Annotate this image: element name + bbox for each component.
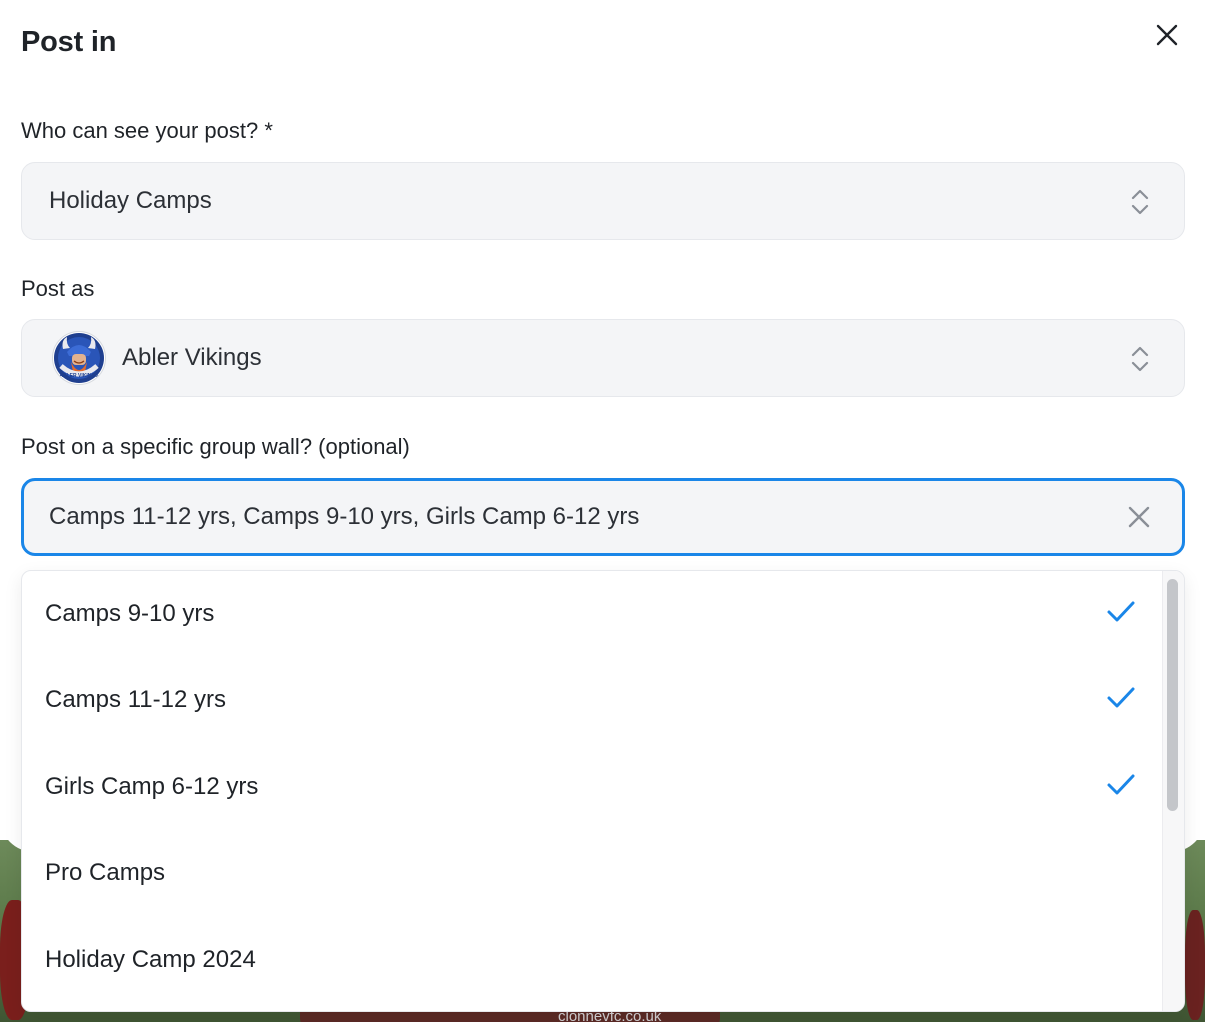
post-as-label: Post as [21,276,95,301]
svg-text:ABLER VIKINGS: ABLER VIKINGS [59,373,99,379]
post-as-select[interactable]: ABLER VIKINGS Abler Vikings [21,319,1185,397]
dropdown-option[interactable]: Holiday Camp 2024 [22,917,1164,1003]
group-wall-input[interactable] [49,503,1109,531]
scrollbar-thumb[interactable] [1167,579,1178,811]
close-button[interactable] [1150,18,1184,52]
chevron-updown-icon [1131,346,1149,372]
option-label: Camps 9-10 yrs [45,600,215,627]
screen: clonnevfc.co.uk Post in Who can see your… [0,0,1205,1022]
check-icon [1107,774,1135,795]
dropdown-option[interactable]: Girls Camp 6-12 yrs [22,744,1164,830]
option-label: Girls Camp 6-12 yrs [45,773,259,800]
chevron-updown-icon [1131,189,1149,215]
dropdown-option[interactable]: Camps 11-12 yrs [22,657,1164,743]
dropdown-scrollbar[interactable] [1162,571,1184,1011]
modal-title: Post in [21,26,117,58]
group-wall-dropdown: Camps 9-10 yrs Camps 11-12 yrs Girls Cam… [21,570,1185,1012]
visibility-value: Holiday Camps [49,187,212,214]
dropdown-option[interactable]: Camps 9-10 yrs [22,571,1164,657]
visibility-label: Who can see your post? * [21,118,273,143]
check-icon [1107,687,1135,708]
close-icon [1156,24,1178,46]
background-figure [1185,910,1205,1020]
dropdown-option[interactable]: Pro Camps [22,830,1164,916]
avatar: ABLER VIKINGS [52,331,106,385]
group-wall-label: Post on a specific group wall? (optional… [21,434,410,459]
option-label: Camps 11-12 yrs [45,686,226,713]
option-label: Holiday Camp 2024 [45,946,256,973]
clear-icon[interactable] [1126,504,1152,530]
post-as-value: Abler Vikings [122,344,262,371]
group-wall-select[interactable] [21,478,1185,556]
option-label: Pro Camps [45,859,166,886]
visibility-select[interactable]: Holiday Camps [21,162,1185,240]
check-icon [1107,601,1135,622]
team-logo-icon: ABLER VIKINGS [54,333,104,383]
